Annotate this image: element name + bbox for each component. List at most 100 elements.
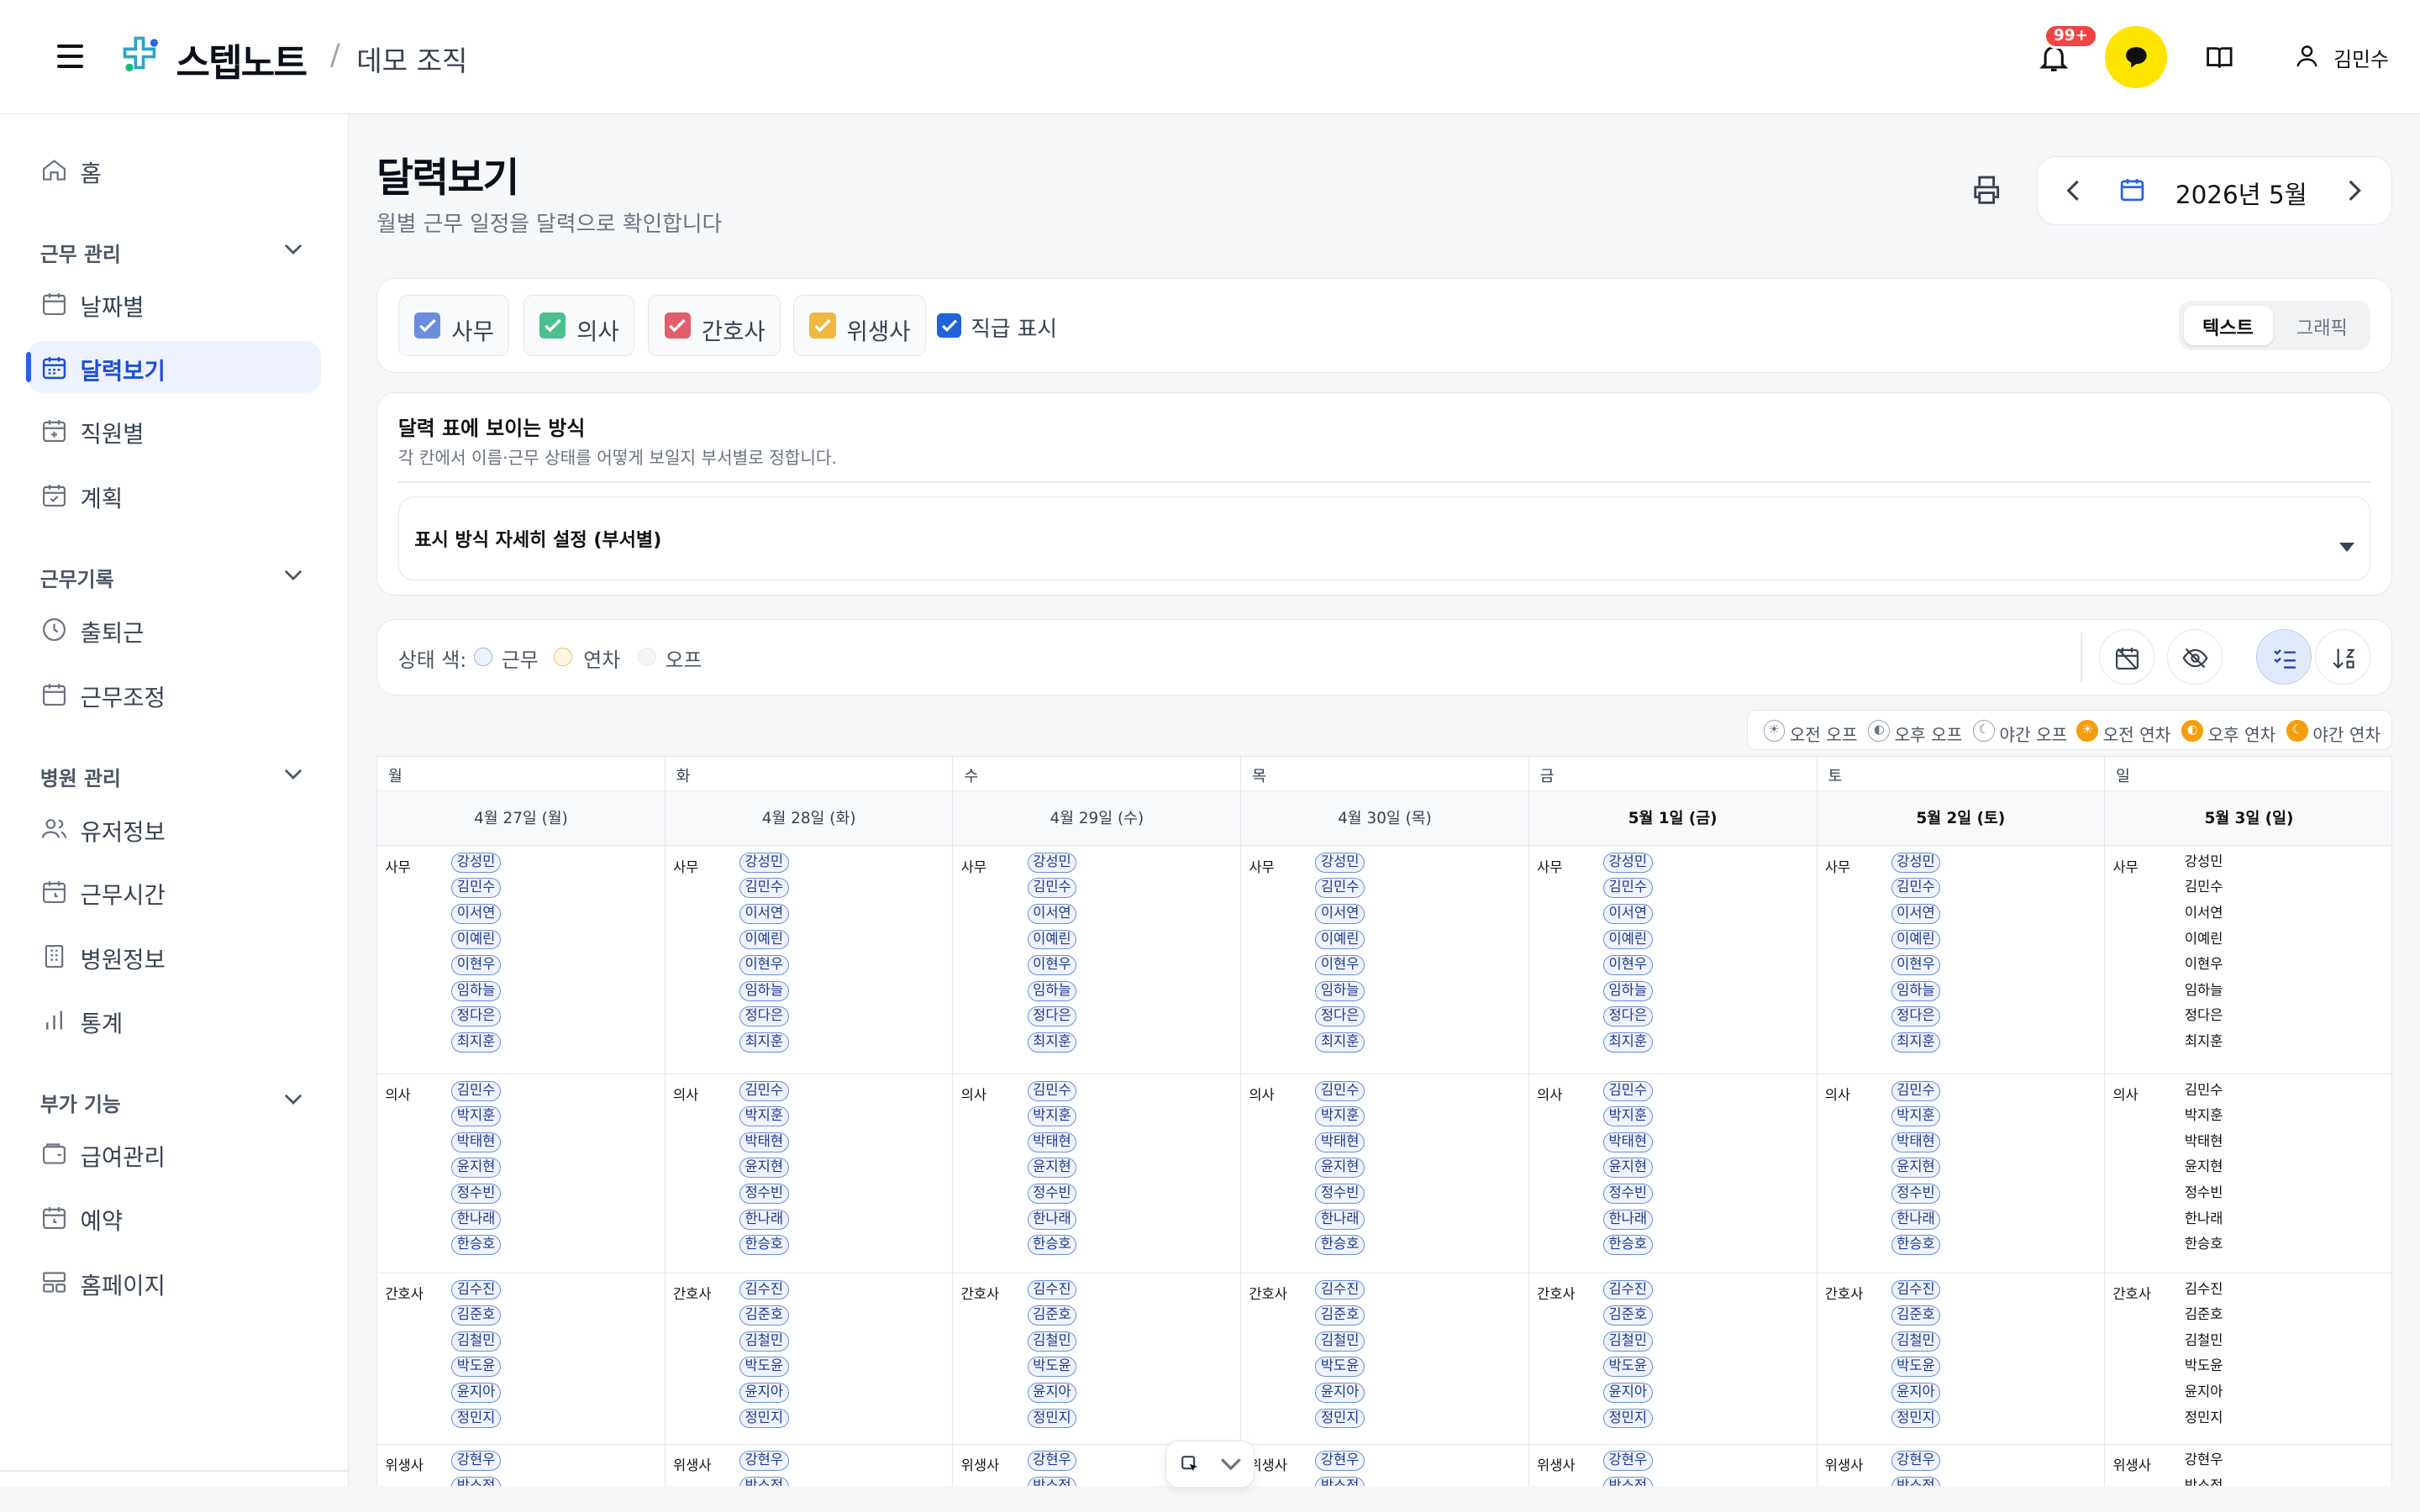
staff-name-pill[interactable]: 윤지아 <box>739 1382 789 1403</box>
staff-name-pill[interactable]: 이서연 <box>1891 904 1941 924</box>
staff-name-pill[interactable]: 박도윤 <box>451 1357 501 1378</box>
staff-name-pill[interactable]: 한나래 <box>1315 1209 1365 1230</box>
staff-name-pill[interactable]: 김민수 <box>1315 1080 1365 1101</box>
department-cell[interactable]: 간호사 김수진 김준호 김철민 박도윤 윤지아 정민지 <box>1817 1273 2105 1446</box>
checkbox[interactable] <box>664 312 691 339</box>
staff-name-pill[interactable]: 임하늘 <box>1027 980 1077 1001</box>
staff-name-pill[interactable]: 박태현 <box>1315 1131 1365 1152</box>
staff-name-pill[interactable]: 김철민 <box>451 1331 501 1352</box>
staff-name-pill[interactable]: 박태현 <box>451 1131 501 1152</box>
chevron-down-icon[interactable] <box>284 244 302 256</box>
staff-name-pill[interactable]: 김수진 <box>451 1279 501 1300</box>
staff-name-pill[interactable]: 한승호 <box>2179 1235 2228 1255</box>
staff-name-pill[interactable]: 강현우 <box>1315 1451 1365 1472</box>
sidebar-item-work-hours[interactable]: 근무시간 <box>28 865 321 917</box>
staff-name-pill[interactable]: 박지훈 <box>1027 1106 1077 1127</box>
staff-name-pill[interactable]: 김준호 <box>739 1305 789 1326</box>
staff-name-pill[interactable]: 김준호 <box>1315 1305 1365 1326</box>
department-cell[interactable]: 위생사 강현우 박소정 <box>1241 1445 1528 1487</box>
staff-name-pill[interactable]: 이서연 <box>739 904 789 924</box>
staff-name-pill[interactable]: 정다은 <box>1027 1006 1077 1027</box>
sidebar-section-title[interactable]: 근무기록 <box>40 563 114 592</box>
staff-name-pill[interactable]: 김철민 <box>1602 1331 1653 1352</box>
staff-name-pill[interactable]: 박태현 <box>739 1131 789 1152</box>
staff-name-pill[interactable]: 강현우 <box>1027 1451 1077 1472</box>
day-date-header[interactable]: 5월 1일 (금) <box>1528 790 1817 847</box>
staff-name-pill[interactable]: 임하늘 <box>451 980 501 1001</box>
brand-name[interactable]: 스텝노트 <box>176 33 308 87</box>
staff-name-pill[interactable]: 정민지 <box>739 1408 789 1429</box>
staff-name-pill[interactable]: 강현우 <box>1891 1451 1941 1472</box>
staff-name-pill[interactable]: 정다은 <box>739 1006 789 1027</box>
staff-name-pill[interactable]: 김준호 <box>2179 1305 2228 1326</box>
book-icon[interactable] <box>2204 42 2235 73</box>
staff-name-pill[interactable]: 박도윤 <box>1891 1357 1941 1378</box>
view-mode-graphic[interactable]: 그래픽 <box>2296 313 2348 340</box>
staff-name-pill[interactable]: 강현우 <box>739 1451 789 1472</box>
staff-name-pill[interactable]: 윤지현 <box>451 1158 501 1179</box>
staff-name-pill[interactable]: 윤지아 <box>1602 1382 1653 1403</box>
department-cell[interactable]: 위생사 강현우 박소정 <box>377 1445 665 1487</box>
checkbox[interactable] <box>809 312 836 339</box>
filter-chip-hygienist[interactable]: 위생사 <box>793 294 927 357</box>
staff-name-pill[interactable]: 윤지현 <box>1891 1158 1941 1179</box>
department-cell[interactable]: 사무 강성민 김민수 이서연 이예린 이현우 임하늘 정다은 최지훈 <box>377 846 665 1075</box>
staff-name-pill[interactable]: 최지훈 <box>1602 1032 1653 1053</box>
staff-name-pill[interactable]: 이서연 <box>1315 904 1365 924</box>
chevron-down-icon[interactable] <box>284 570 302 582</box>
staff-name-pill[interactable]: 이예린 <box>2179 930 2228 950</box>
sidebar-item-by-date[interactable]: 날짜별 <box>28 278 321 330</box>
staff-name-pill[interactable]: 임하늘 <box>1602 980 1653 1001</box>
staff-name-pill[interactable]: 정다은 <box>1891 1006 1941 1027</box>
hide-off-days-button[interactable] <box>2098 629 2155 685</box>
staff-name-pill[interactable]: 임하늘 <box>1891 980 1941 1001</box>
department-cell[interactable]: 위생사 강현우 박소정 <box>1818 1445 2105 1487</box>
show-position-checkbox[interactable] <box>936 312 962 339</box>
department-cell[interactable]: 간호사 김수진 김준호 김철민 박도윤 윤지아 정민지 <box>1528 1273 1817 1446</box>
staff-name-pill[interactable]: 김민수 <box>1027 878 1077 899</box>
staff-name-pill[interactable]: 한승호 <box>1602 1235 1653 1256</box>
staff-name-pill[interactable]: 한나래 <box>1602 1209 1653 1230</box>
department-cell[interactable]: 의사 김민수 박지훈 박태현 윤지현 정수빈 한나래 한승호 <box>1528 1074 1817 1274</box>
staff-name-pill[interactable]: 김철민 <box>739 1331 789 1352</box>
department-cell[interactable]: 위생사 강현우 박소정 <box>1529 1445 1817 1487</box>
department-cell[interactable]: 사무 강성민 김민수 이서연 이예린 이현우 임하늘 정다은 최지훈 <box>2105 846 2391 1075</box>
staff-name-pill[interactable]: 임하늘 <box>1315 980 1365 1001</box>
staff-name-pill[interactable]: 강현우 <box>1602 1451 1653 1472</box>
day-date-header[interactable]: 5월 2일 (토) <box>1817 790 2105 847</box>
staff-name-pill[interactable]: 이서연 <box>2179 904 2228 924</box>
department-cell[interactable]: 간호사 김수진 김준호 김철민 박도윤 윤지아 정민지 <box>953 1273 1241 1446</box>
floating-tool-button[interactable] <box>1165 1441 1255 1488</box>
staff-name-pill[interactable]: 이서연 <box>451 904 501 924</box>
staff-name-pill[interactable]: 김준호 <box>451 1305 501 1326</box>
chevron-down-icon[interactable] <box>284 1094 302 1106</box>
staff-name-pill[interactable]: 박도윤 <box>1027 1357 1077 1378</box>
staff-name-pill[interactable]: 박도윤 <box>1602 1357 1653 1378</box>
staff-name-pill[interactable]: 한나래 <box>1027 1209 1077 1230</box>
staff-name-pill[interactable]: 윤지현 <box>2179 1158 2228 1178</box>
sidebar-item-reservation[interactable]: 예약 <box>28 1191 321 1243</box>
staff-name-pill[interactable]: 박지훈 <box>1602 1106 1653 1127</box>
staff-name-pill[interactable]: 박태현 <box>1891 1131 1941 1152</box>
staff-name-pill[interactable]: 최지훈 <box>1315 1032 1365 1053</box>
staff-name-pill[interactable]: 박태현 <box>1602 1131 1653 1152</box>
staff-name-pill[interactable]: 윤지아 <box>1891 1382 1941 1403</box>
printer-icon[interactable] <box>1970 173 2003 207</box>
user-icon[interactable] <box>2293 42 2321 70</box>
department-cell[interactable]: 사무 강성민 김민수 이서연 이예린 이현우 임하늘 정다은 최지훈 <box>1528 846 1817 1075</box>
sidebar-item-by-staff[interactable]: 직원별 <box>28 404 321 456</box>
menu-icon[interactable] <box>56 45 84 68</box>
staff-name-pill[interactable]: 김준호 <box>1891 1305 1941 1326</box>
sidebar-item-stats[interactable]: 통계 <box>28 994 321 1046</box>
staff-name-pill[interactable]: 정민지 <box>451 1408 501 1429</box>
staff-name-pill[interactable]: 최지훈 <box>2179 1032 2228 1053</box>
staff-name-pill[interactable]: 윤지현 <box>1027 1158 1077 1179</box>
sidebar-item-homepage[interactable]: 홈페이지 <box>28 1256 321 1308</box>
department-cell[interactable]: 사무 강성민 김민수 이서연 이예린 이현우 임하늘 정다은 최지훈 <box>953 846 1241 1075</box>
sidebar-item-payroll[interactable]: 급여관리 <box>28 1128 321 1180</box>
staff-name-pill[interactable]: 박태현 <box>2179 1132 2228 1152</box>
staff-name-pill[interactable]: 김준호 <box>1027 1305 1077 1326</box>
filter-chip-nurse[interactable]: 간호사 <box>648 294 781 357</box>
staff-name-pill[interactable]: 강성민 <box>451 852 501 873</box>
department-cell[interactable]: 의사 김민수 박지훈 박태현 윤지현 정수빈 한나래 한승호 <box>1817 1074 2105 1274</box>
